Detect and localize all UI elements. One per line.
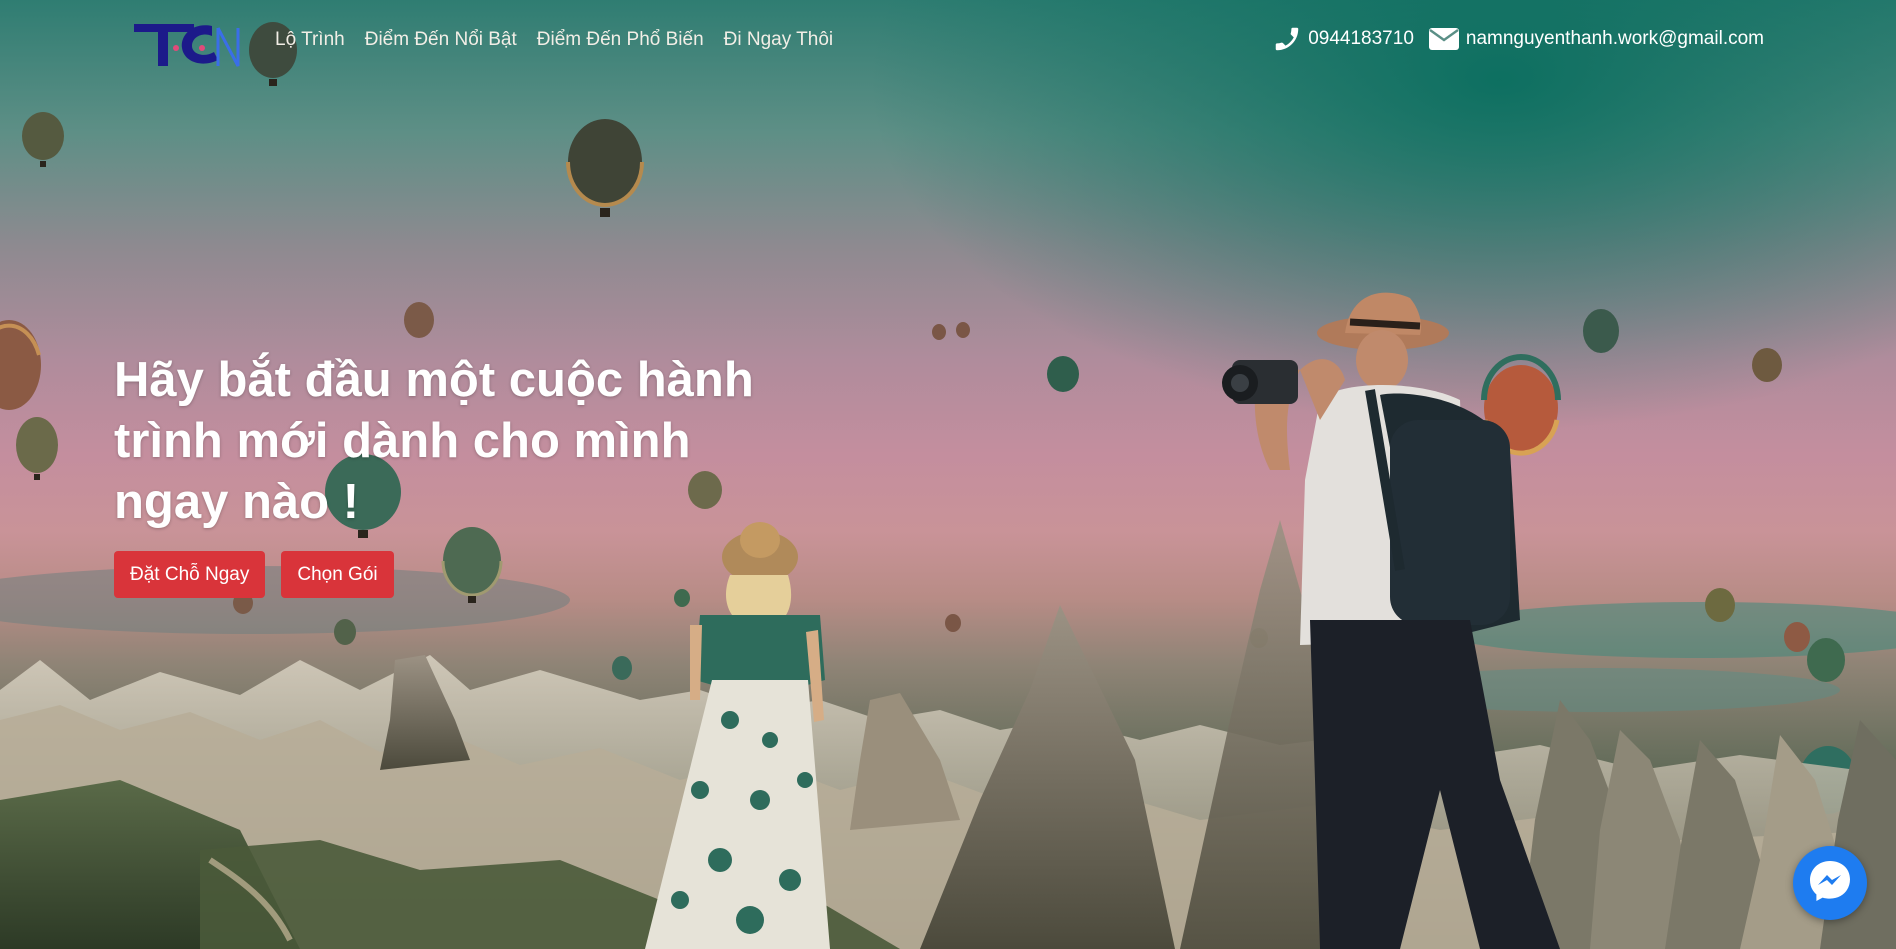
contact-info: 0944183710 namnguyenthanh.work@gmail.com	[1272, 24, 1764, 54]
hero-title-line: trình mới dành cho mình	[114, 414, 691, 468]
phone-contact[interactable]: 0944183710	[1272, 24, 1414, 54]
choose-package-button[interactable]: Chọn Gói	[281, 551, 394, 598]
top-navbar: Lộ Trình Điểm Đến Nổi Bật Điểm Đến Phổ B…	[0, 0, 1896, 84]
balloon	[1705, 588, 1735, 622]
balloon	[22, 112, 64, 167]
balloon	[1807, 638, 1845, 682]
balloon	[0, 320, 41, 410]
balloon	[1047, 356, 1079, 392]
balloon	[334, 619, 356, 645]
balloon	[674, 589, 690, 607]
nav-link-diem-den-noi-bat[interactable]: Điểm Đến Nổi Bật	[365, 29, 517, 51]
nav-link-diem-den-pho-bien[interactable]: Điểm Đến Phổ Biến	[537, 29, 704, 51]
balloon	[404, 302, 434, 338]
hero-title: Hãy bắt đầu một cuộc hành trình mới dành…	[114, 350, 814, 533]
envelope-icon	[1428, 27, 1460, 51]
balloon	[612, 656, 632, 680]
email-contact[interactable]: namnguyenthanh.work@gmail.com	[1428, 27, 1764, 51]
messenger-chat-button[interactable]	[1793, 846, 1867, 920]
hero-title-line: Hãy bắt đầu một cuộc hành	[114, 353, 754, 407]
balloon	[932, 324, 946, 340]
book-now-button[interactable]: Đặt Chỗ Ngay	[114, 551, 266, 598]
messenger-icon	[1806, 857, 1854, 910]
phone-icon	[1272, 24, 1302, 54]
balloon	[16, 417, 58, 480]
balloon	[945, 614, 961, 632]
brand-logo-icon[interactable]	[132, 12, 242, 70]
nav-link-di-ngay-thoi[interactable]: Đi Ngay Thôi	[724, 29, 833, 51]
hero-section: Lộ Trình Điểm Đến Nổi Bật Điểm Đến Phổ B…	[0, 0, 1896, 949]
nav-links: Lộ Trình Điểm Đến Nổi Bật Điểm Đến Phổ B…	[275, 29, 833, 51]
nav-link-lo-trinh[interactable]: Lộ Trình	[275, 29, 345, 51]
balloon	[566, 119, 644, 217]
hero-buttons: Đặt Chỗ Ngay Chọn Gói	[114, 551, 394, 598]
balloon	[1784, 622, 1810, 652]
phone-number: 0944183710	[1308, 28, 1414, 49]
email-address: namnguyenthanh.work@gmail.com	[1465, 28, 1764, 49]
balloon	[1583, 309, 1619, 353]
balloon	[1752, 348, 1782, 382]
balloon	[956, 322, 970, 338]
hero-title-line: ngay nào !	[114, 475, 360, 529]
